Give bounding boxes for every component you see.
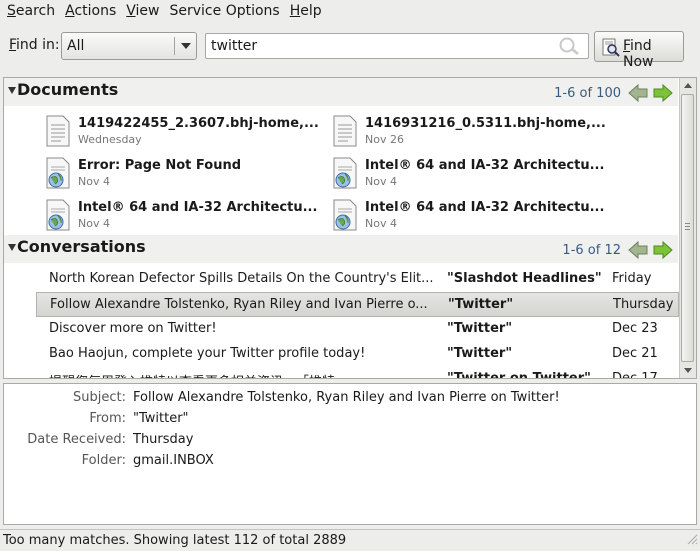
document-date: Wednesday	[78, 133, 142, 146]
conversation-from: "Twitter"	[447, 321, 513, 336]
scroll-up-arrow-icon[interactable]	[684, 83, 692, 88]
conversation-from: "Twitter"	[448, 297, 514, 312]
conversations-title: Conversations	[17, 237, 146, 256]
document-item[interactable]: Error: Page Not Found Nov 4	[44, 157, 334, 193]
document-title: 1419422455_2.3607.bhj-home,...	[78, 116, 319, 131]
subject-value: Follow Alexandre Tolstenko, Ryan Riley a…	[133, 390, 560, 405]
results-panel: Documents 1-6 of 100 1419422455_2.3607.b…	[3, 77, 697, 379]
scope-dropdown[interactable]: All	[61, 32, 197, 60]
menu-service-options[interactable]: Service Options	[165, 0, 285, 23]
conversation-subject: Bao Haojun, complete your Twitter profil…	[49, 346, 366, 361]
find-now-button[interactable]: Find Now	[594, 31, 684, 70]
search-icon[interactable]	[556, 36, 582, 60]
scrollbar-grip	[685, 229, 690, 230]
menu-help[interactable]: Help	[285, 0, 327, 23]
text-file-icon	[44, 115, 72, 151]
scope-value: All	[67, 38, 85, 54]
conversation-row-selected[interactable]: Follow Alexandre Tolstenko, Ryan Riley a…	[36, 292, 679, 317]
documents-header[interactable]: Documents 1-6 of 100	[4, 78, 678, 106]
find-in-label: Find in:	[9, 37, 60, 53]
web-page-icon	[331, 199, 359, 235]
previous-page-arrow-icon[interactable]	[628, 240, 648, 263]
date-received-label: Date Received:	[27, 432, 126, 447]
subject-label: Subject:	[73, 390, 126, 405]
scrollbar-thumb[interactable]	[681, 94, 694, 362]
search-query: twitter	[211, 38, 258, 54]
conversation-row[interactable]: Discover more on Twitter! "Twitter" Dec …	[36, 317, 679, 342]
web-page-icon	[44, 157, 72, 193]
search-input[interactable]: twitter	[205, 33, 589, 59]
next-page-arrow-icon[interactable]	[653, 240, 673, 263]
menubar: Search Actions View Service Options Help	[0, 0, 700, 23]
conversations-pager: 1-6 of 12	[562, 243, 621, 258]
message-details-pane: Subject: Follow Alexandre Tolstenko, Rya…	[3, 383, 697, 525]
conversation-subject: 提醒您每周登入推特以查看更多相关资讯 - 「推特」	[49, 371, 439, 378]
conversation-subject: Discover more on Twitter!	[49, 321, 217, 336]
document-title: Intel® 64 and IA-32 Architectu...	[365, 158, 605, 173]
scrollbar-grip	[685, 223, 690, 224]
folder-value: gmail.INBOX	[133, 453, 214, 468]
document-title: Intel® 64 and IA-32 Architectu...	[78, 200, 318, 215]
web-page-icon	[44, 199, 72, 235]
conversation-date: Thursday	[613, 297, 674, 312]
documents-pager: 1-6 of 100	[554, 86, 621, 101]
document-item[interactable]: Intel® 64 and IA-32 Architectu... Nov 4	[331, 157, 621, 193]
scrollbar-grip	[685, 226, 690, 227]
document-item[interactable]: 1416931216_0.5311.bhj-home,... Nov 26	[331, 115, 621, 151]
find-document-icon	[601, 38, 621, 62]
menu-view[interactable]: View	[121, 0, 164, 23]
from-label: From:	[89, 411, 126, 426]
dropdown-separator	[174, 37, 175, 55]
chevron-down-icon	[181, 43, 191, 49]
documents-title: Documents	[17, 80, 119, 99]
conversation-subject: Follow Alexandre Tolstenko, Ryan Riley a…	[50, 297, 428, 312]
web-page-icon	[331, 157, 359, 193]
document-item[interactable]: Intel® 64 and IA-32 Architectu... Nov 4	[331, 199, 621, 235]
find-bar: Find in: All twitter Find Now	[0, 28, 700, 70]
menu-search[interactable]: Search	[2, 0, 60, 23]
conversation-date: Friday	[612, 271, 652, 286]
document-date: Nov 4	[365, 217, 397, 230]
conversation-from: "Twitter on Twitter"	[447, 371, 591, 379]
document-title: 1416931216_0.5311.bhj-home,...	[365, 116, 606, 131]
conversation-date: Dec 23	[612, 321, 658, 336]
next-page-arrow-icon[interactable]	[653, 83, 673, 106]
conversation-from: "Twitter"	[447, 346, 513, 361]
document-title: Intel® 64 and IA-32 Architectu...	[365, 200, 605, 215]
conversation-row[interactable]: North Korean Defector Spills Details On …	[36, 267, 679, 292]
scroll-down-arrow-icon[interactable]	[684, 368, 692, 373]
previous-page-arrow-icon[interactable]	[628, 83, 648, 106]
document-item[interactable]: 1419422455_2.3607.bhj-home,... Wednesday	[44, 115, 334, 151]
status-bar: Too many matches. Showing latest 112 of …	[0, 529, 700, 551]
document-date: Nov 26	[365, 133, 404, 146]
document-title: Error: Page Not Found	[78, 158, 242, 173]
document-item[interactable]: Intel® 64 and IA-32 Architectu... Nov 4	[44, 199, 334, 235]
conversation-date: Dec 17	[612, 371, 658, 379]
conversation-subject: North Korean Defector Spills Details On …	[49, 271, 434, 286]
collapse-triangle-icon[interactable]	[8, 244, 16, 251]
conversation-row[interactable]: Bao Haojun, complete your Twitter profil…	[36, 342, 679, 367]
find-now-label: Find Now	[623, 38, 654, 70]
conversations-header[interactable]: Conversations 1-6 of 12	[4, 235, 678, 263]
text-file-icon	[331, 115, 359, 151]
collapse-triangle-icon[interactable]	[8, 87, 16, 94]
document-date: Nov 4	[365, 175, 397, 188]
resize-grip-icon[interactable]	[686, 533, 698, 549]
conversation-row[interactable]: 提醒您每周登入推特以查看更多相关资讯 - 「推特」 "Twitter on Tw…	[36, 367, 679, 379]
results-scrollbar[interactable]	[679, 78, 696, 378]
status-text: Too many matches. Showing latest 112 of …	[3, 533, 347, 548]
date-received-value: Thursday	[133, 432, 194, 447]
conversation-date: Dec 21	[612, 346, 658, 361]
folder-label: Folder:	[81, 453, 126, 468]
document-date: Nov 4	[78, 175, 110, 188]
conversation-from: "Slashdot Headlines"	[447, 271, 602, 286]
document-date: Nov 4	[78, 217, 110, 230]
from-value: "Twitter"	[133, 411, 189, 426]
menu-actions[interactable]: Actions	[60, 0, 121, 23]
